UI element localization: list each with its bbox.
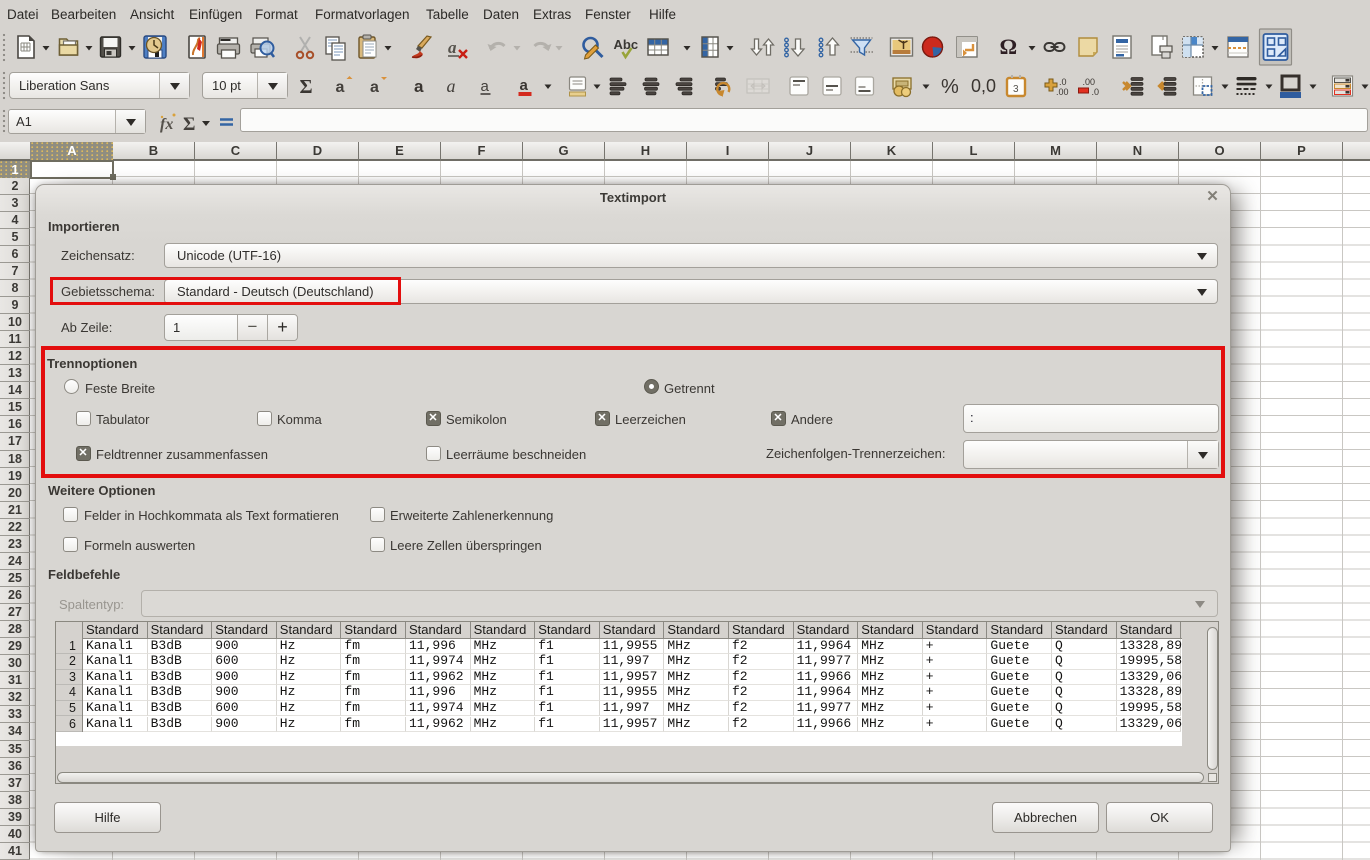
svg-text:fx: fx xyxy=(160,116,173,133)
svg-text:a: a xyxy=(520,77,529,94)
svg-text:.0: .0 xyxy=(1092,87,1100,97)
svg-text:a: a xyxy=(414,77,424,96)
svg-text:.00: .00 xyxy=(1056,87,1069,97)
svg-text:a: a xyxy=(481,78,490,95)
svg-text:Σ: Σ xyxy=(183,114,195,135)
svg-text:0,0: 0,0 xyxy=(971,76,996,96)
svg-text:a: a xyxy=(370,79,379,96)
svg-text:a: a xyxy=(448,38,457,57)
svg-text:a: a xyxy=(336,79,345,96)
svg-text:Σ: Σ xyxy=(300,76,313,98)
svg-text:%: % xyxy=(941,76,959,98)
svg-text:.0: .0 xyxy=(1059,77,1067,87)
svg-text:Ω: Ω xyxy=(1000,34,1018,59)
svg-text:Abc: Abc xyxy=(614,37,639,52)
svg-text:a: a xyxy=(447,76,456,96)
svg-text:3: 3 xyxy=(1013,84,1019,95)
svg-text:.00: .00 xyxy=(1083,77,1096,87)
